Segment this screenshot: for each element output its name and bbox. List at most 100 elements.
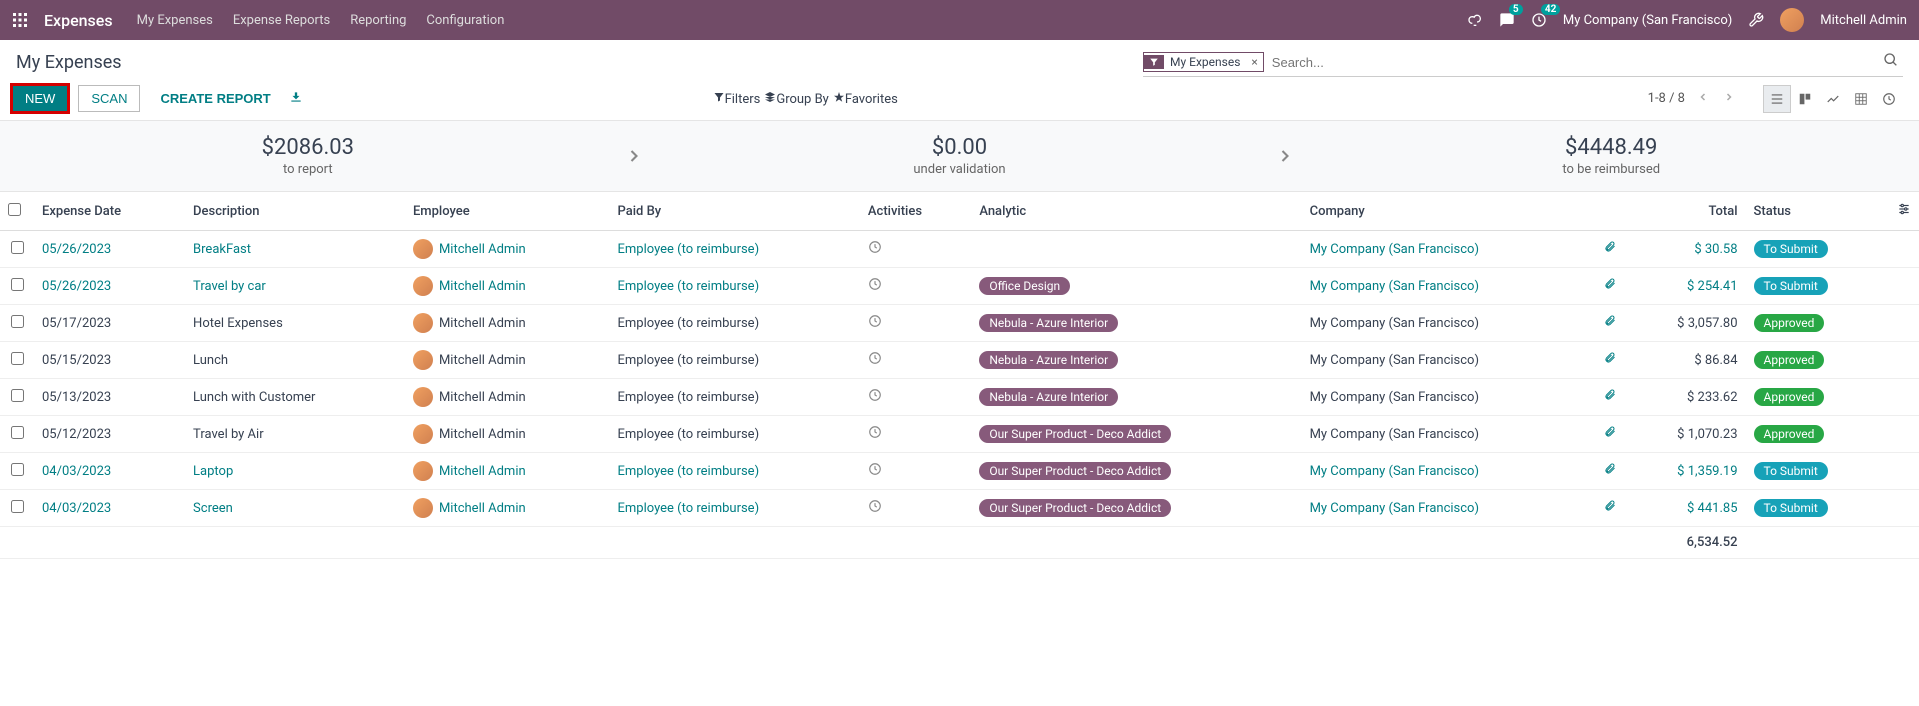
analytic-tag[interactable]: Nebula - Azure Interior <box>979 351 1118 369</box>
search-input[interactable] <box>1264 51 1879 74</box>
table-row[interactable]: 05/17/2023 Hotel Expenses Mitchell Admin… <box>0 305 1919 342</box>
col-employee[interactable]: Employee <box>405 192 610 231</box>
activities-icon[interactable]: 42 <box>1531 12 1547 28</box>
company-switcher[interactable]: My Company (San Francisco) <box>1563 13 1732 28</box>
search-icon[interactable] <box>1879 48 1903 76</box>
company-cell[interactable]: My Company (San Francisco) <box>1310 464 1479 479</box>
company-cell[interactable]: My Company (San Francisco) <box>1310 501 1479 516</box>
row-checkbox[interactable] <box>11 463 24 476</box>
stat-to-reimburse[interactable]: $4448.49 to be reimbursed <box>1303 121 1919 191</box>
pager-prev-icon[interactable] <box>1695 89 1711 109</box>
user-avatar[interactable] <box>1780 8 1804 32</box>
brand-title[interactable]: Expenses <box>44 11 113 30</box>
optional-columns-icon[interactable] <box>1889 192 1919 231</box>
col-date[interactable]: Expense Date <box>34 192 185 231</box>
view-kanban-icon[interactable] <box>1791 85 1819 113</box>
col-activities[interactable]: Activities <box>860 192 971 231</box>
search-facet-remove[interactable]: × <box>1246 55 1262 69</box>
employee-name[interactable]: Mitchell Admin <box>439 279 526 294</box>
paperclip-icon[interactable] <box>1604 353 1616 368</box>
col-description[interactable]: Description <box>185 192 405 231</box>
employee-name[interactable]: Mitchell Admin <box>439 501 526 516</box>
apps-icon[interactable] <box>12 12 28 28</box>
row-checkbox[interactable] <box>11 315 24 328</box>
row-checkbox[interactable] <box>11 352 24 365</box>
select-all-checkbox[interactable] <box>8 203 21 216</box>
paperclip-icon[interactable] <box>1604 464 1616 479</box>
stat-under-validation[interactable]: $0.00 under validation <box>652 121 1268 191</box>
table-row[interactable]: 05/12/2023 Travel by Air Mitchell Admin … <box>0 416 1919 453</box>
clock-icon[interactable] <box>868 243 882 258</box>
col-status[interactable]: Status <box>1746 192 1889 231</box>
paperclip-icon[interactable] <box>1604 501 1616 516</box>
download-icon[interactable] <box>289 90 303 108</box>
expense-date[interactable]: 04/03/2023 <box>42 501 111 516</box>
col-analytic[interactable]: Analytic <box>971 192 1301 231</box>
paid-by[interactable]: Employee (to reimburse) <box>618 464 760 479</box>
analytic-tag[interactable]: Nebula - Azure Interior <box>979 388 1118 406</box>
debug-icon[interactable] <box>1748 12 1764 28</box>
paperclip-icon[interactable] <box>1604 242 1616 257</box>
clock-icon[interactable] <box>868 465 882 480</box>
clock-icon[interactable] <box>868 428 882 443</box>
clock-icon[interactable] <box>868 354 882 369</box>
company-cell[interactable]: My Company (San Francisco) <box>1310 242 1479 257</box>
view-activity-icon[interactable] <box>1875 85 1903 113</box>
favorites-dropdown[interactable]: Favorites <box>833 91 898 107</box>
analytic-tag[interactable]: Our Super Product - Deco Addict <box>979 499 1171 517</box>
messages-icon[interactable]: 5 <box>1499 12 1515 28</box>
expense-description[interactable]: Laptop <box>193 464 233 479</box>
paid-by[interactable]: Employee (to reimburse) <box>618 279 760 294</box>
filters-dropdown[interactable]: Filters <box>713 91 761 107</box>
stat-to-report[interactable]: $2086.03 to report <box>0 121 616 191</box>
company-cell[interactable]: My Company (San Francisco) <box>1310 279 1479 294</box>
pager-next-icon[interactable] <box>1721 89 1737 109</box>
employee-name[interactable]: Mitchell Admin <box>439 464 526 479</box>
nav-reporting[interactable]: Reporting <box>350 13 406 28</box>
pager-text[interactable]: 1-8 / 8 <box>1648 91 1685 106</box>
table-row[interactable]: 05/26/2023 BreakFast Mitchell Admin Empl… <box>0 231 1919 268</box>
new-button[interactable]: NEW <box>13 86 67 111</box>
nav-configuration[interactable]: Configuration <box>426 13 504 28</box>
expense-date[interactable]: 04/03/2023 <box>42 464 111 479</box>
table-row[interactable]: 05/15/2023 Lunch Mitchell Admin Employee… <box>0 342 1919 379</box>
shortcuts-icon[interactable] <box>1467 12 1483 28</box>
clock-icon[interactable] <box>868 280 882 295</box>
row-checkbox[interactable] <box>11 426 24 439</box>
paperclip-icon[interactable] <box>1604 390 1616 405</box>
paperclip-icon[interactable] <box>1604 316 1616 331</box>
nav-expense-reports[interactable]: Expense Reports <box>233 13 330 28</box>
col-total[interactable]: Total <box>1624 192 1745 231</box>
analytic-tag[interactable]: Office Design <box>979 277 1070 295</box>
analytic-tag[interactable]: Our Super Product - Deco Addict <box>979 425 1171 443</box>
expense-date[interactable]: 05/26/2023 <box>42 279 111 294</box>
analytic-tag[interactable]: Nebula - Azure Interior <box>979 314 1118 332</box>
row-checkbox[interactable] <box>11 389 24 402</box>
expense-description[interactable]: BreakFast <box>193 242 251 257</box>
analytic-tag[interactable]: Our Super Product - Deco Addict <box>979 462 1171 480</box>
create-report-button[interactable]: CREATE REPORT <box>160 91 270 106</box>
paperclip-icon[interactable] <box>1604 427 1616 442</box>
scan-button[interactable]: SCAN <box>78 85 140 112</box>
paperclip-icon[interactable] <box>1604 279 1616 294</box>
col-company[interactable]: Company <box>1302 192 1597 231</box>
row-checkbox[interactable] <box>11 241 24 254</box>
groupby-dropdown[interactable]: Group By <box>764 91 829 107</box>
table-row[interactable]: 04/03/2023 Screen Mitchell Admin Employe… <box>0 490 1919 527</box>
table-row[interactable]: 05/26/2023 Travel by car Mitchell Admin … <box>0 268 1919 305</box>
paid-by[interactable]: Employee (to reimburse) <box>618 501 760 516</box>
nav-my-expenses[interactable]: My Expenses <box>137 13 213 28</box>
expense-description[interactable]: Screen <box>193 501 233 516</box>
view-graph-icon[interactable] <box>1819 85 1847 113</box>
row-checkbox[interactable] <box>11 500 24 513</box>
table-row[interactable]: 04/03/2023 Laptop Mitchell Admin Employe… <box>0 453 1919 490</box>
table-row[interactable]: 05/13/2023 Lunch with Customer Mitchell … <box>0 379 1919 416</box>
employee-name[interactable]: Mitchell Admin <box>439 242 526 257</box>
expense-description[interactable]: Travel by car <box>193 279 266 294</box>
view-list-icon[interactable] <box>1763 85 1791 113</box>
col-paid-by[interactable]: Paid By <box>610 192 860 231</box>
expense-date[interactable]: 05/26/2023 <box>42 242 111 257</box>
view-pivot-icon[interactable] <box>1847 85 1875 113</box>
clock-icon[interactable] <box>868 502 882 517</box>
row-checkbox[interactable] <box>11 278 24 291</box>
